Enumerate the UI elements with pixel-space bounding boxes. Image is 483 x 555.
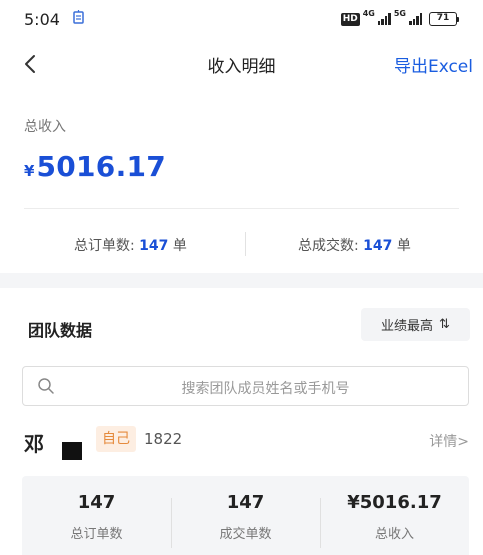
detail-link[interactable]: 详情> xyxy=(429,431,469,451)
total-orders-unit: 单 xyxy=(168,238,187,254)
self-tag: 自己 xyxy=(96,426,136,452)
member-income-stat: ¥5016.17 总收入 xyxy=(320,476,469,542)
nav-bar: 收入明细 导出Excel xyxy=(0,40,483,90)
total-income-value: 5016.17 xyxy=(36,150,167,183)
status-indicators: HD 4G 5G 71 xyxy=(340,9,459,28)
sort-label: 业绩最高 xyxy=(381,319,434,334)
total-orders-stat: 总订单数: 147 单 xyxy=(74,235,187,255)
team-data-title: 团队数据 xyxy=(28,321,93,340)
total-income-amount: ¥ 5016.17 xyxy=(24,150,166,183)
member-row: 邓 自己 1822 详情> xyxy=(0,426,483,466)
battery-icon: 71 xyxy=(429,12,459,26)
battery-level: 71 xyxy=(429,12,457,26)
network-4g-label: 4G xyxy=(362,9,375,18)
member-deals-label: 成交单数 xyxy=(219,527,272,542)
member-stats-card: 147 总订单数 147 成交单数 ¥5016.17 总收入 xyxy=(22,476,469,555)
back-arrow-icon[interactable] xyxy=(18,50,42,78)
hd-badge: HD xyxy=(340,12,360,26)
income-summary: 总收入 ¥ 5016.17 总订单数: 147 单 总成交数: 147 单 xyxy=(0,90,483,273)
member-orders-label: 总订单数 xyxy=(70,527,123,542)
member-id: 1822 xyxy=(144,430,183,448)
member-orders-stat: 147 总订单数 xyxy=(22,476,171,542)
sort-button[interactable]: 业绩最高 ⇅ xyxy=(361,308,470,341)
export-excel-button[interactable]: 导出Excel xyxy=(394,52,473,77)
search-input[interactable]: 搜索团队成员姓名或手机号 xyxy=(22,366,469,406)
total-orders-label: 总订单数: xyxy=(74,238,140,254)
divider xyxy=(245,232,246,256)
currency-symbol: ¥ xyxy=(24,162,35,180)
member-income-value: ¥5016.17 xyxy=(347,492,442,513)
total-deals-unit: 单 xyxy=(392,238,411,254)
total-deals-stat: 总成交数: 147 单 xyxy=(298,235,411,255)
status-time: 5:04 xyxy=(24,10,60,29)
status-bar: 5:04 HD 4G 5G 71 xyxy=(0,0,483,40)
signal-icon xyxy=(377,13,391,25)
signal-icon xyxy=(409,13,422,25)
member-orders-value: 147 xyxy=(77,492,116,513)
divider xyxy=(24,208,459,209)
notification-icon xyxy=(73,10,84,24)
total-deals-value: 147 xyxy=(363,238,393,254)
network-5g-label: 5G xyxy=(393,9,406,18)
sort-icon: ⇅ xyxy=(439,317,450,332)
member-deals-stat: 147 成交单数 xyxy=(171,476,320,542)
team-data-section: 团队数据 业绩最高 ⇅ 搜索团队成员姓名或手机号 邓 自己 1822 详情> 1… xyxy=(0,288,483,555)
total-income-label: 总收入 xyxy=(24,119,66,135)
member-income-label: 总收入 xyxy=(374,527,414,542)
member-name: 邓 xyxy=(24,432,44,456)
member-deals-value: 147 xyxy=(226,492,265,513)
search-placeholder: 搜索团队成员姓名或手机号 xyxy=(181,381,350,397)
total-deals-label: 总成交数: xyxy=(298,238,364,254)
redacted-name xyxy=(62,442,82,460)
total-orders-value: 147 xyxy=(139,238,169,254)
